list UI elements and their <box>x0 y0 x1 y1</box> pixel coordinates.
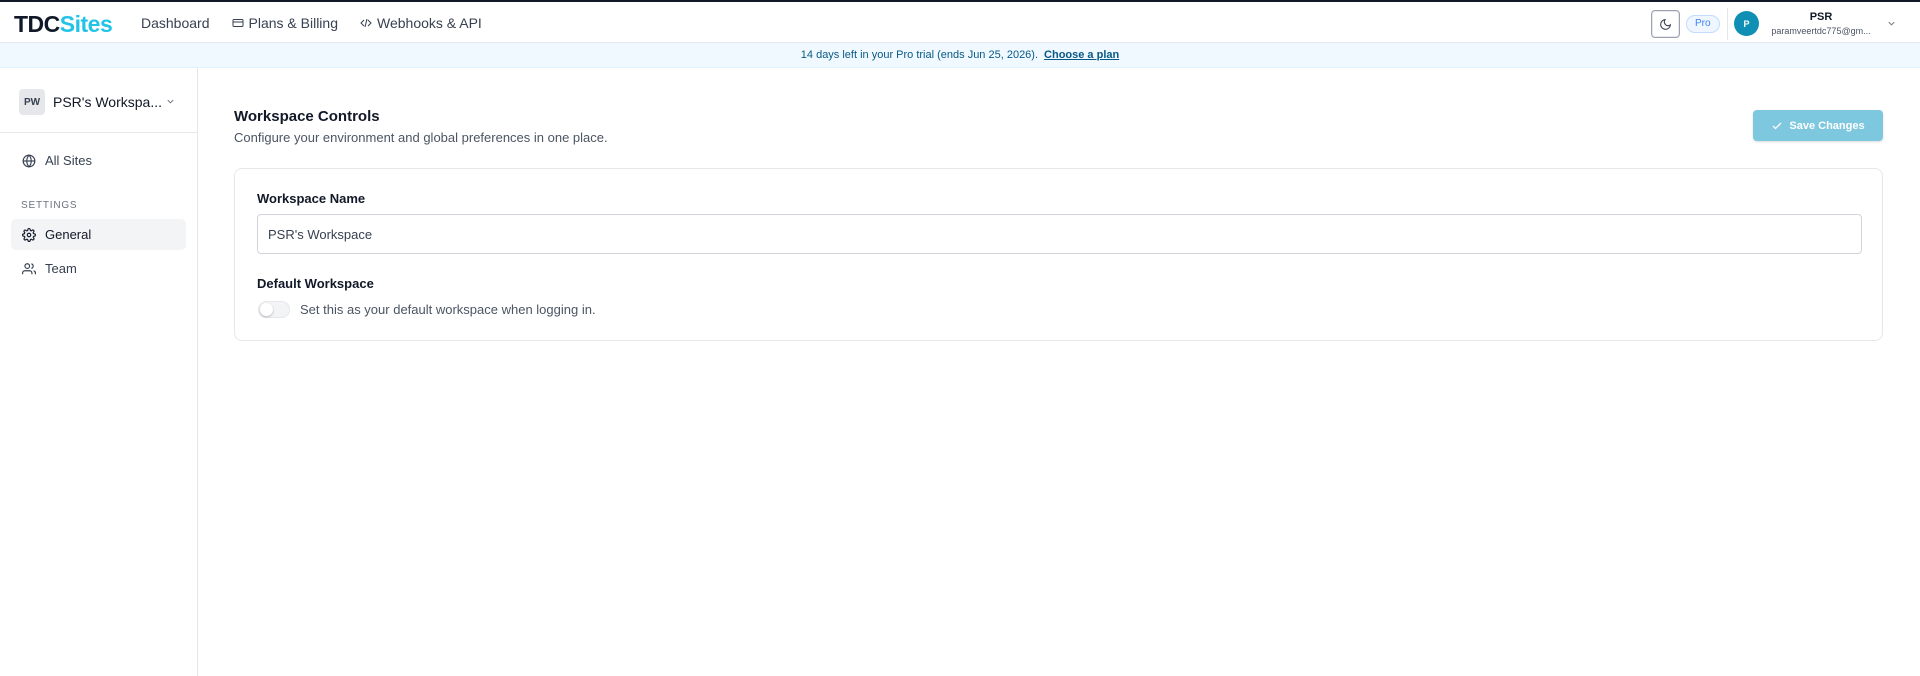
workspace-name-label: Workspace Name <box>257 191 366 206</box>
workspace-avatar: PW <box>19 89 45 115</box>
sidebar-item-general[interactable]: General <box>11 219 186 250</box>
default-workspace-toggle[interactable] <box>258 301 290 318</box>
theme-toggle-button[interactable] <box>1651 10 1680 38</box>
logo-text-primary: TDC <box>14 11 60 37</box>
workspace-settings-card: Workspace Name Default Workspace Set thi… <box>234 168 1883 341</box>
main-nav: Dashboard Plans & Billing Webhooks & API <box>130 2 493 43</box>
page-title: Workspace Controls <box>234 108 380 125</box>
default-workspace-description: Set this as your default workspace when … <box>300 302 596 317</box>
trial-message: 14 days left in your Pro trial (ends Jun… <box>800 49 1039 61</box>
chevron-down-icon <box>167 99 174 104</box>
user-name[interactable]: PSR <box>1768 11 1874 23</box>
nav-dashboard[interactable]: Dashboard <box>130 2 221 43</box>
nav-plans-billing-label: Plans & Billing <box>248 14 339 31</box>
save-changes-button[interactable]: Save Changes <box>1753 110 1883 141</box>
trial-banner: 14 days left in your Pro trial (ends Jun… <box>0 43 1920 68</box>
sidebar-item-team[interactable]: Team <box>11 253 186 284</box>
logo-text-accent: Sites <box>59 11 113 37</box>
users-icon <box>22 262 36 274</box>
sidebar-item-label: General <box>45 227 92 242</box>
toggle-knob <box>260 303 273 316</box>
workspace-name-input[interactable] <box>257 214 1862 254</box>
nav-dashboard-label: Dashboard <box>141 14 210 31</box>
nav-plans-billing[interactable]: Plans & Billing <box>221 2 350 43</box>
top-bar: TDCSites Dashboard Plans & Billing Webho… <box>0 0 1920 43</box>
settings-section-label: SETTINGS <box>21 200 78 211</box>
default-workspace-label: Default Workspace <box>257 276 374 291</box>
user-divider <box>1727 8 1728 40</box>
workspace-switcher[interactable]: PW PSR's Workspa... <box>0 68 197 133</box>
credit-card-icon <box>232 18 243 27</box>
moon-icon <box>1660 18 1672 30</box>
plan-badge: Pro <box>1686 15 1720 33</box>
sidebar: PW PSR's Workspa... All Sites SETTINGS G… <box>0 68 198 676</box>
globe-icon <box>22 153 36 168</box>
gear-icon <box>22 227 36 242</box>
choose-plan-link[interactable]: Choose a plan <box>1044 49 1119 61</box>
nav-webhooks-api[interactable]: Webhooks & API <box>349 2 493 43</box>
sidebar-item-label: All Sites <box>45 153 92 168</box>
nav-webhooks-api-label: Webhooks & API <box>377 14 482 31</box>
code-icon <box>360 18 372 27</box>
page-subtitle: Configure your environment and global pr… <box>234 130 608 145</box>
check-icon <box>1772 122 1782 129</box>
chevron-down-icon[interactable] <box>1886 18 1897 29</box>
avatar[interactable]: P <box>1734 11 1759 36</box>
logo[interactable]: TDCSites <box>14 11 113 37</box>
sidebar-item-all-sites[interactable]: All Sites <box>11 145 186 176</box>
workspace-name: PSR's Workspa... <box>53 94 162 110</box>
save-changes-label: Save Changes <box>1789 119 1865 132</box>
user-email[interactable]: paramveertdc775@gm... <box>1768 26 1874 36</box>
sidebar-item-label: Team <box>45 261 77 276</box>
